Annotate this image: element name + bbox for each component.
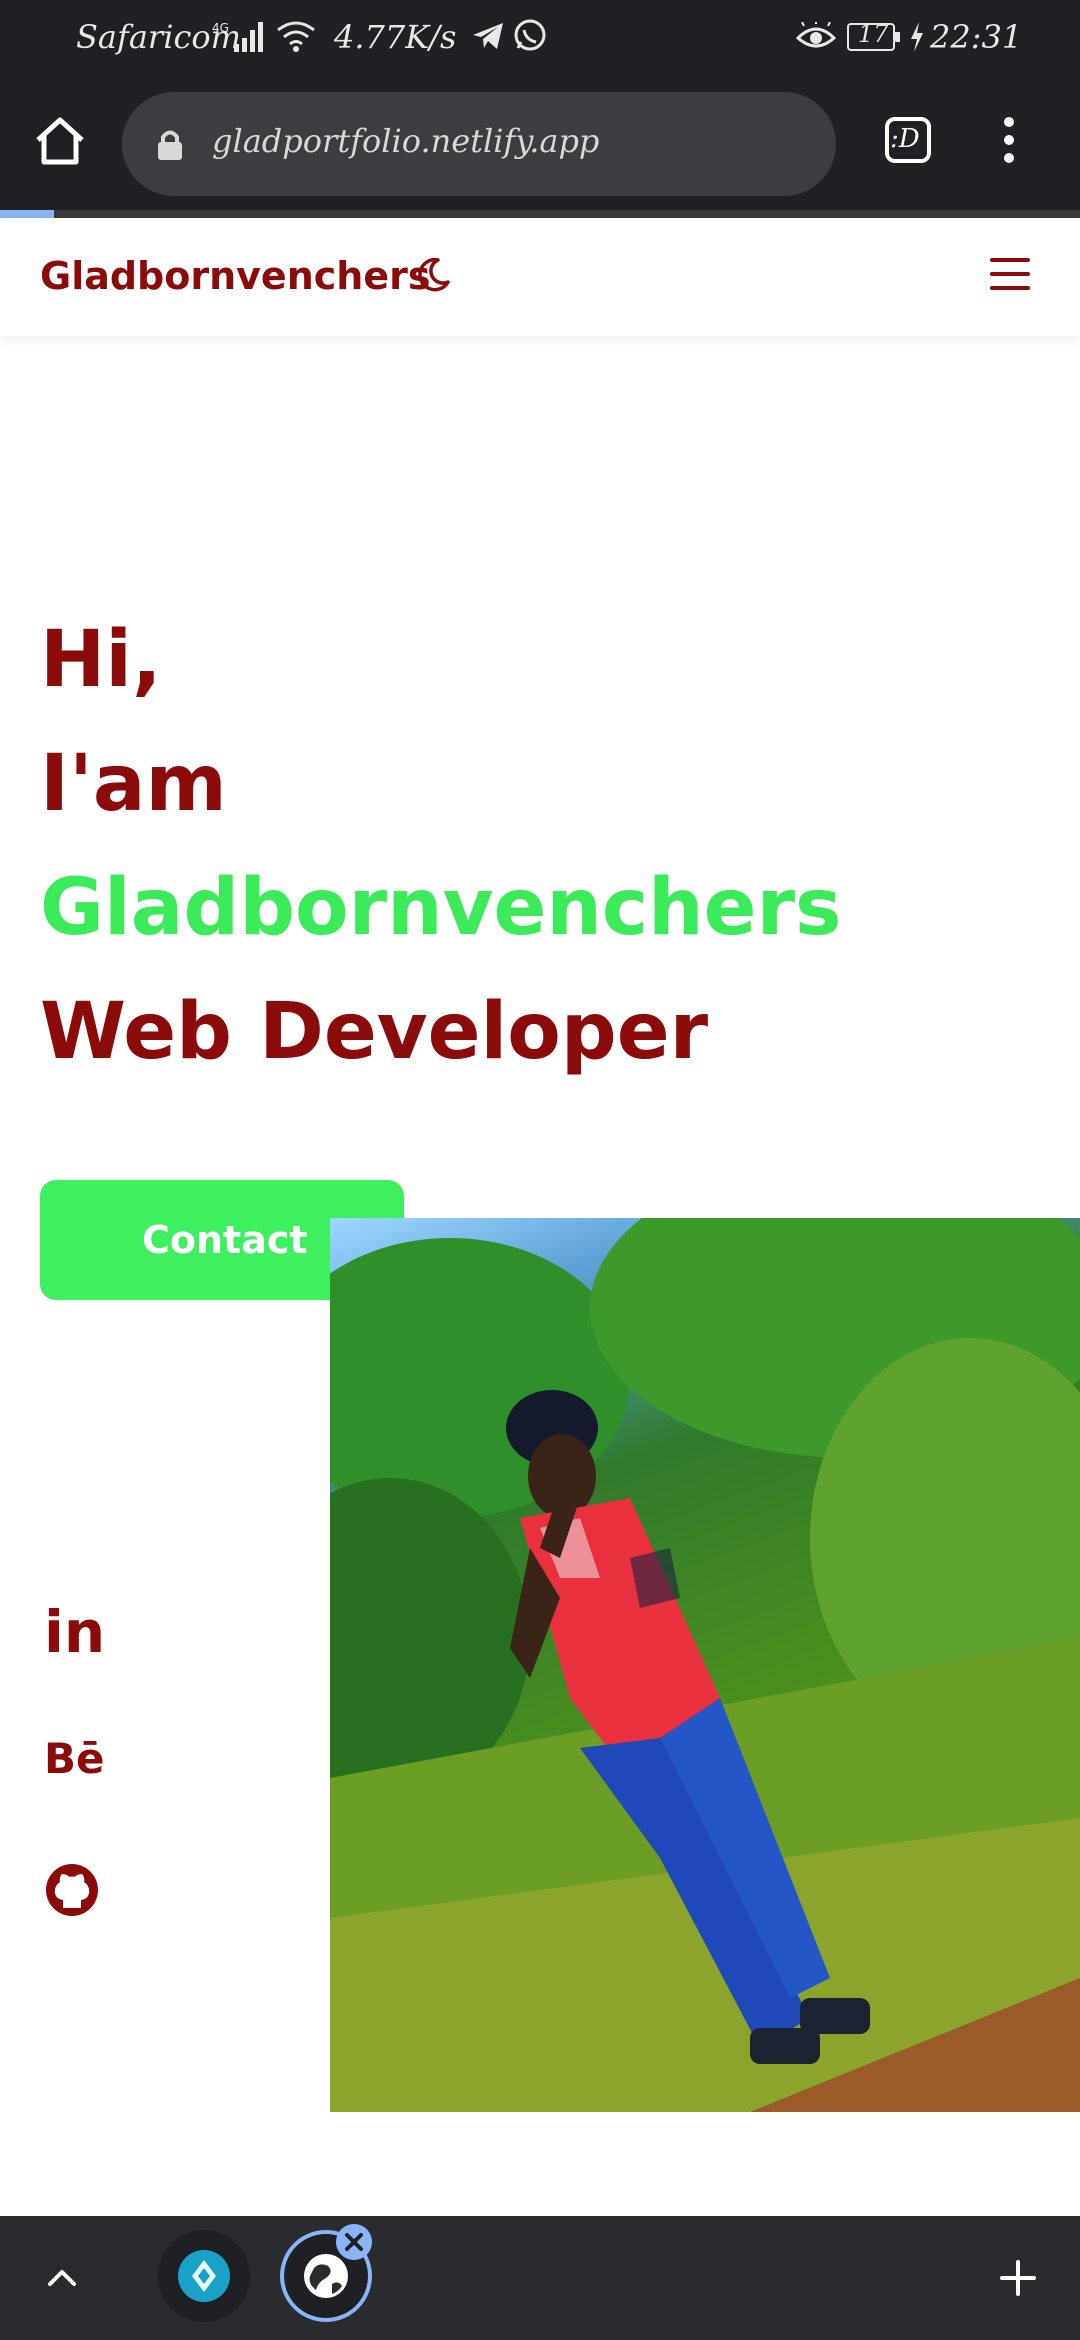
- hamburger-icon[interactable]: [986, 252, 1034, 296]
- telegram-icon: [473, 23, 503, 49]
- linkedin-icon[interactable]: in: [44, 1598, 105, 1666]
- more-options-icon[interactable]: [996, 114, 1022, 166]
- eye-comfort-icon: [796, 22, 836, 48]
- browser-bottom-bar: [0, 2216, 1080, 2340]
- hero-role: Web Developer: [40, 987, 709, 1077]
- browser-toolbar: gladportfolio.netlify.app :D: [0, 76, 1080, 214]
- battery-level: 17: [858, 20, 889, 48]
- hero-iam: I'am: [40, 739, 227, 829]
- charging-icon: [911, 22, 923, 52]
- behance-icon[interactable]: Bē: [44, 1734, 105, 1783]
- hero-name: Gladbornvenchers: [40, 863, 842, 953]
- close-tab-icon[interactable]: [336, 2224, 372, 2260]
- progress-fill: [0, 210, 54, 218]
- signal-icon: 4G: [212, 21, 263, 52]
- wifi-icon: [277, 21, 315, 52]
- page-load-progress: [0, 210, 1080, 218]
- app-tab-icon: [178, 2250, 230, 2302]
- profile-photo-art: [330, 1218, 1080, 2112]
- site-header: Gladbornvenchers: [0, 218, 1080, 336]
- network-speed: 4.77K/s: [334, 18, 457, 56]
- network-type: 4G: [212, 21, 229, 35]
- hero-title: Hi, I'am Gladbornvenchers Web Developer: [40, 598, 841, 1094]
- status-bar: Safaricom 4G 4.77K/s 17 22:31: [0, 0, 1080, 76]
- url-text[interactable]: gladportfolio.netlify.app: [212, 122, 599, 160]
- github-icon[interactable]: [44, 1862, 100, 1918]
- chevron-up-icon[interactable]: [44, 2260, 80, 2296]
- home-icon[interactable]: [34, 116, 86, 168]
- whatsapp-icon: [514, 19, 546, 51]
- lock-icon: [158, 130, 182, 160]
- tab-switcher-label: :D: [890, 124, 920, 154]
- new-tab-icon[interactable]: [998, 2258, 1038, 2298]
- site-logo[interactable]: Gladbornvenchers: [40, 254, 430, 298]
- tab-thumbnail-1[interactable]: [158, 2230, 250, 2322]
- clock: 22:31: [930, 18, 1023, 56]
- profile-photo: [330, 1218, 1080, 2112]
- address-bar[interactable]: gladportfolio.netlify.app: [122, 92, 836, 196]
- hero-greeting: Hi,: [40, 615, 162, 705]
- moon-icon[interactable]: [414, 256, 452, 294]
